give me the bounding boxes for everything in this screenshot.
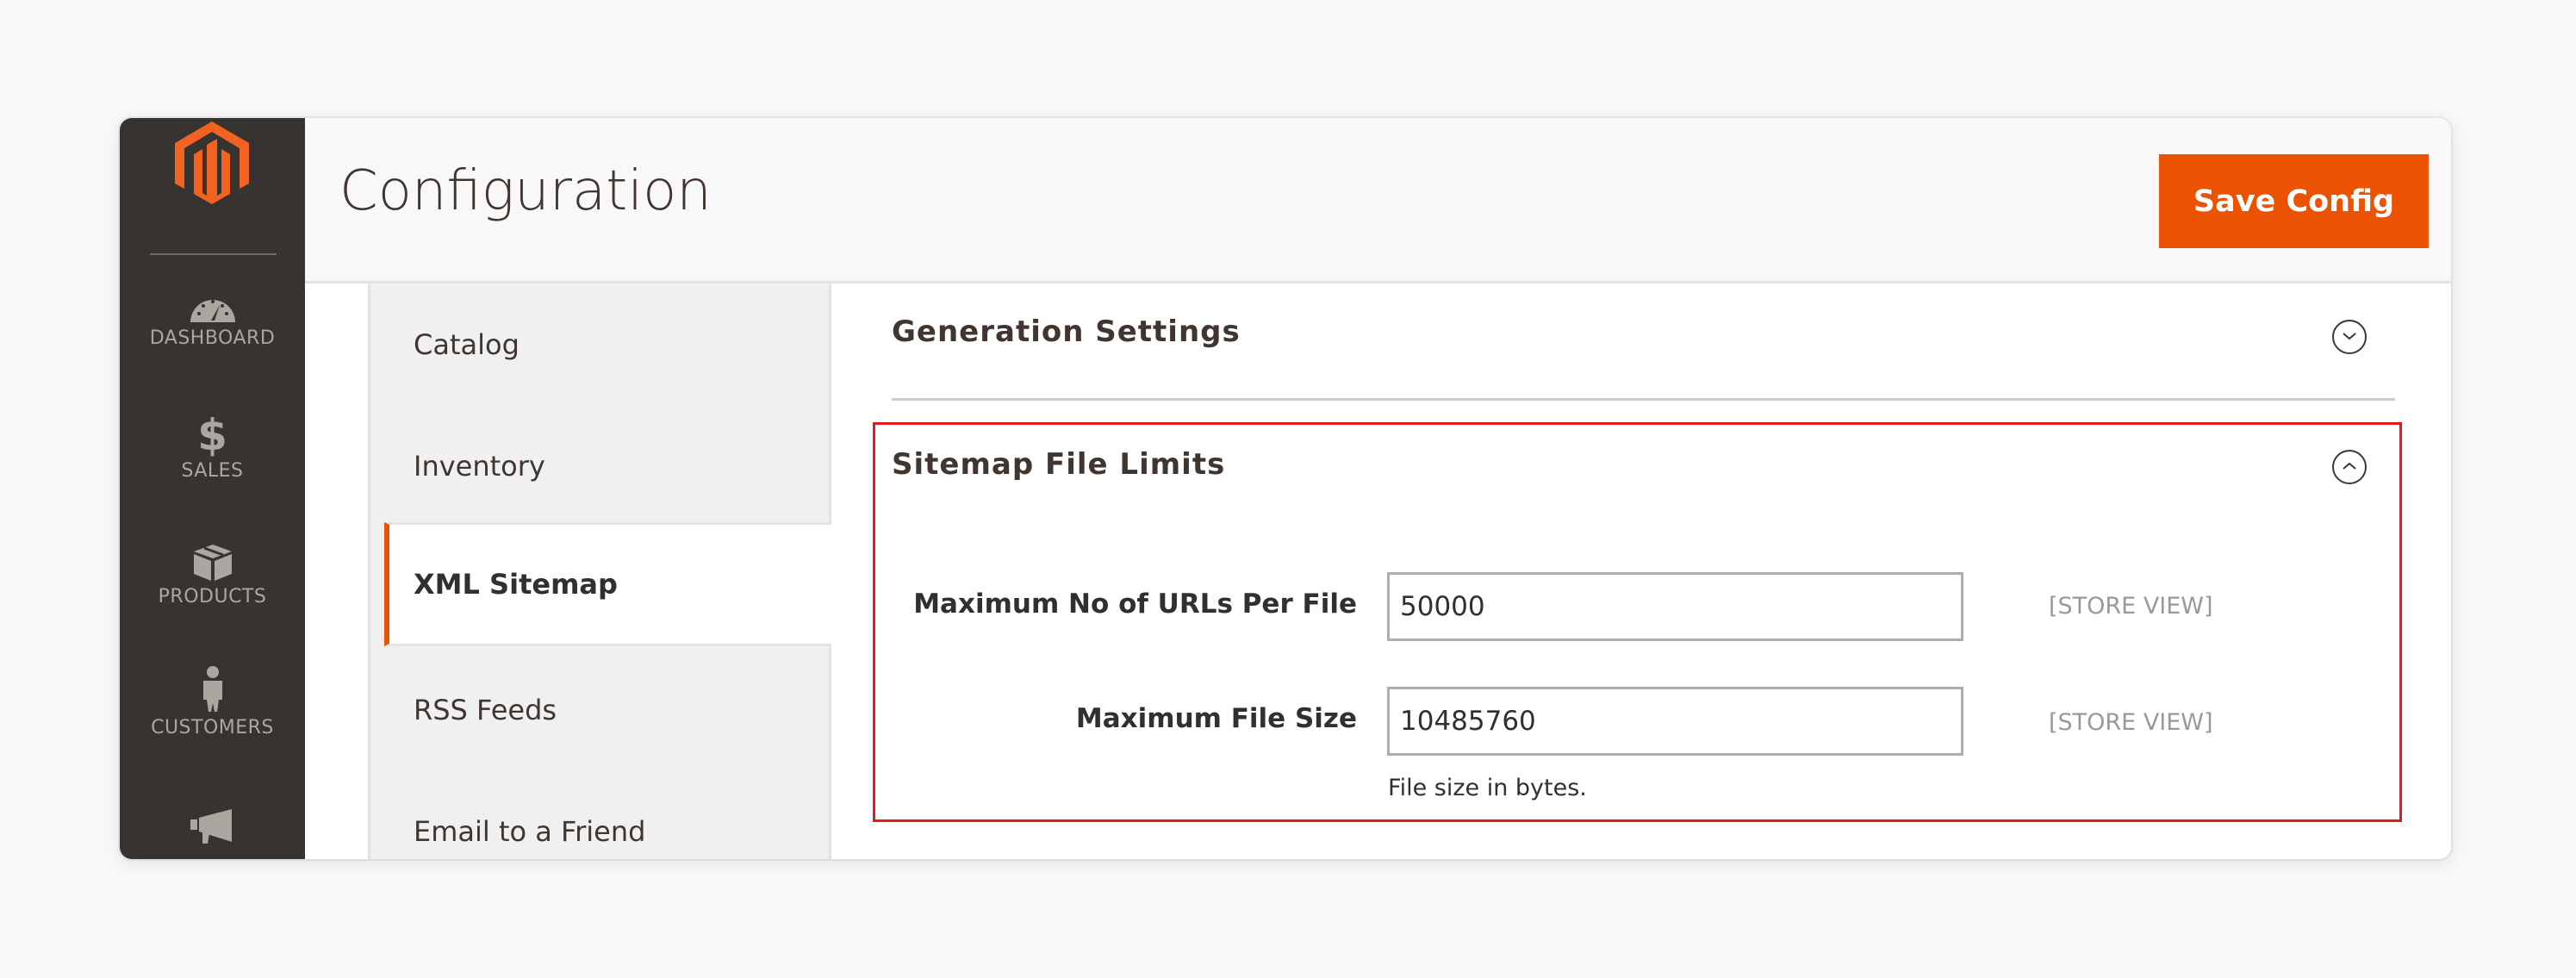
dollar-icon: $ [197, 410, 227, 460]
max-urls-label: Maximum No of URLs Per File [913, 589, 1357, 620]
sidebar-divider [150, 253, 277, 255]
sidebar-item-marketing[interactable] [120, 807, 305, 845]
max-file-size-note: File size in bytes. [1388, 775, 1587, 801]
tab-catalog[interactable]: Catalog [370, 283, 829, 405]
max-urls-scope: [STORE VIEW] [2049, 593, 2213, 620]
chevron-up-icon[interactable] [2332, 450, 2367, 484]
section-generation-settings-title[interactable]: Generation Settings [892, 315, 1241, 349]
megaphone-icon [190, 809, 232, 844]
sidebar-item-customers[interactable]: CUSTOMERS [120, 665, 305, 738]
person-icon [202, 666, 222, 712]
chevron-down-icon[interactable] [2332, 320, 2367, 354]
admin-sidebar: DASHBOARD $ SALES PRODUCTS CUSTOMERS [120, 118, 305, 859]
page-title: Configuration [339, 159, 712, 223]
sidebar-label-products: PRODUCTS [158, 586, 267, 607]
page-header: Configuration Save Config [305, 118, 2451, 283]
tab-email-to-a-friend[interactable]: Email to a Friend [370, 770, 829, 859]
sidebar-item-products[interactable]: PRODUCTS [120, 543, 305, 607]
admin-window: DASHBOARD $ SALES PRODUCTS CUSTOMERS Con… [120, 118, 2451, 859]
dashboard-icon [190, 300, 235, 322]
section-divider [892, 398, 2395, 401]
box-icon [193, 545, 232, 581]
sidebar-label-customers: CUSTOMERS [151, 717, 274, 738]
max-file-size-scope: [STORE VIEW] [2049, 709, 2213, 736]
max-urls-input[interactable] [1387, 572, 1963, 641]
tab-rss-feeds[interactable]: RSS Feeds [370, 649, 829, 770]
config-tabs: Catalog Inventory XML Sitemap RSS Feeds … [368, 283, 831, 859]
sidebar-item-dashboard[interactable]: DASHBOARD [120, 293, 305, 349]
tab-inventory[interactable]: Inventory [370, 405, 829, 526]
magento-logo-icon[interactable] [175, 121, 249, 204]
section-sitemap-file-limits-title[interactable]: Sitemap File Limits [892, 447, 1225, 482]
sidebar-label-dashboard: DASHBOARD [149, 327, 276, 349]
sidebar-label-sales: SALES [181, 460, 244, 482]
max-file-size-label: Maximum File Size [1075, 703, 1357, 734]
max-file-size-input[interactable] [1387, 687, 1963, 756]
save-config-button[interactable]: Save Config [2159, 154, 2429, 248]
sidebar-item-sales[interactable]: $ SALES [120, 414, 305, 482]
tab-xml-sitemap[interactable]: XML Sitemap [384, 522, 831, 646]
